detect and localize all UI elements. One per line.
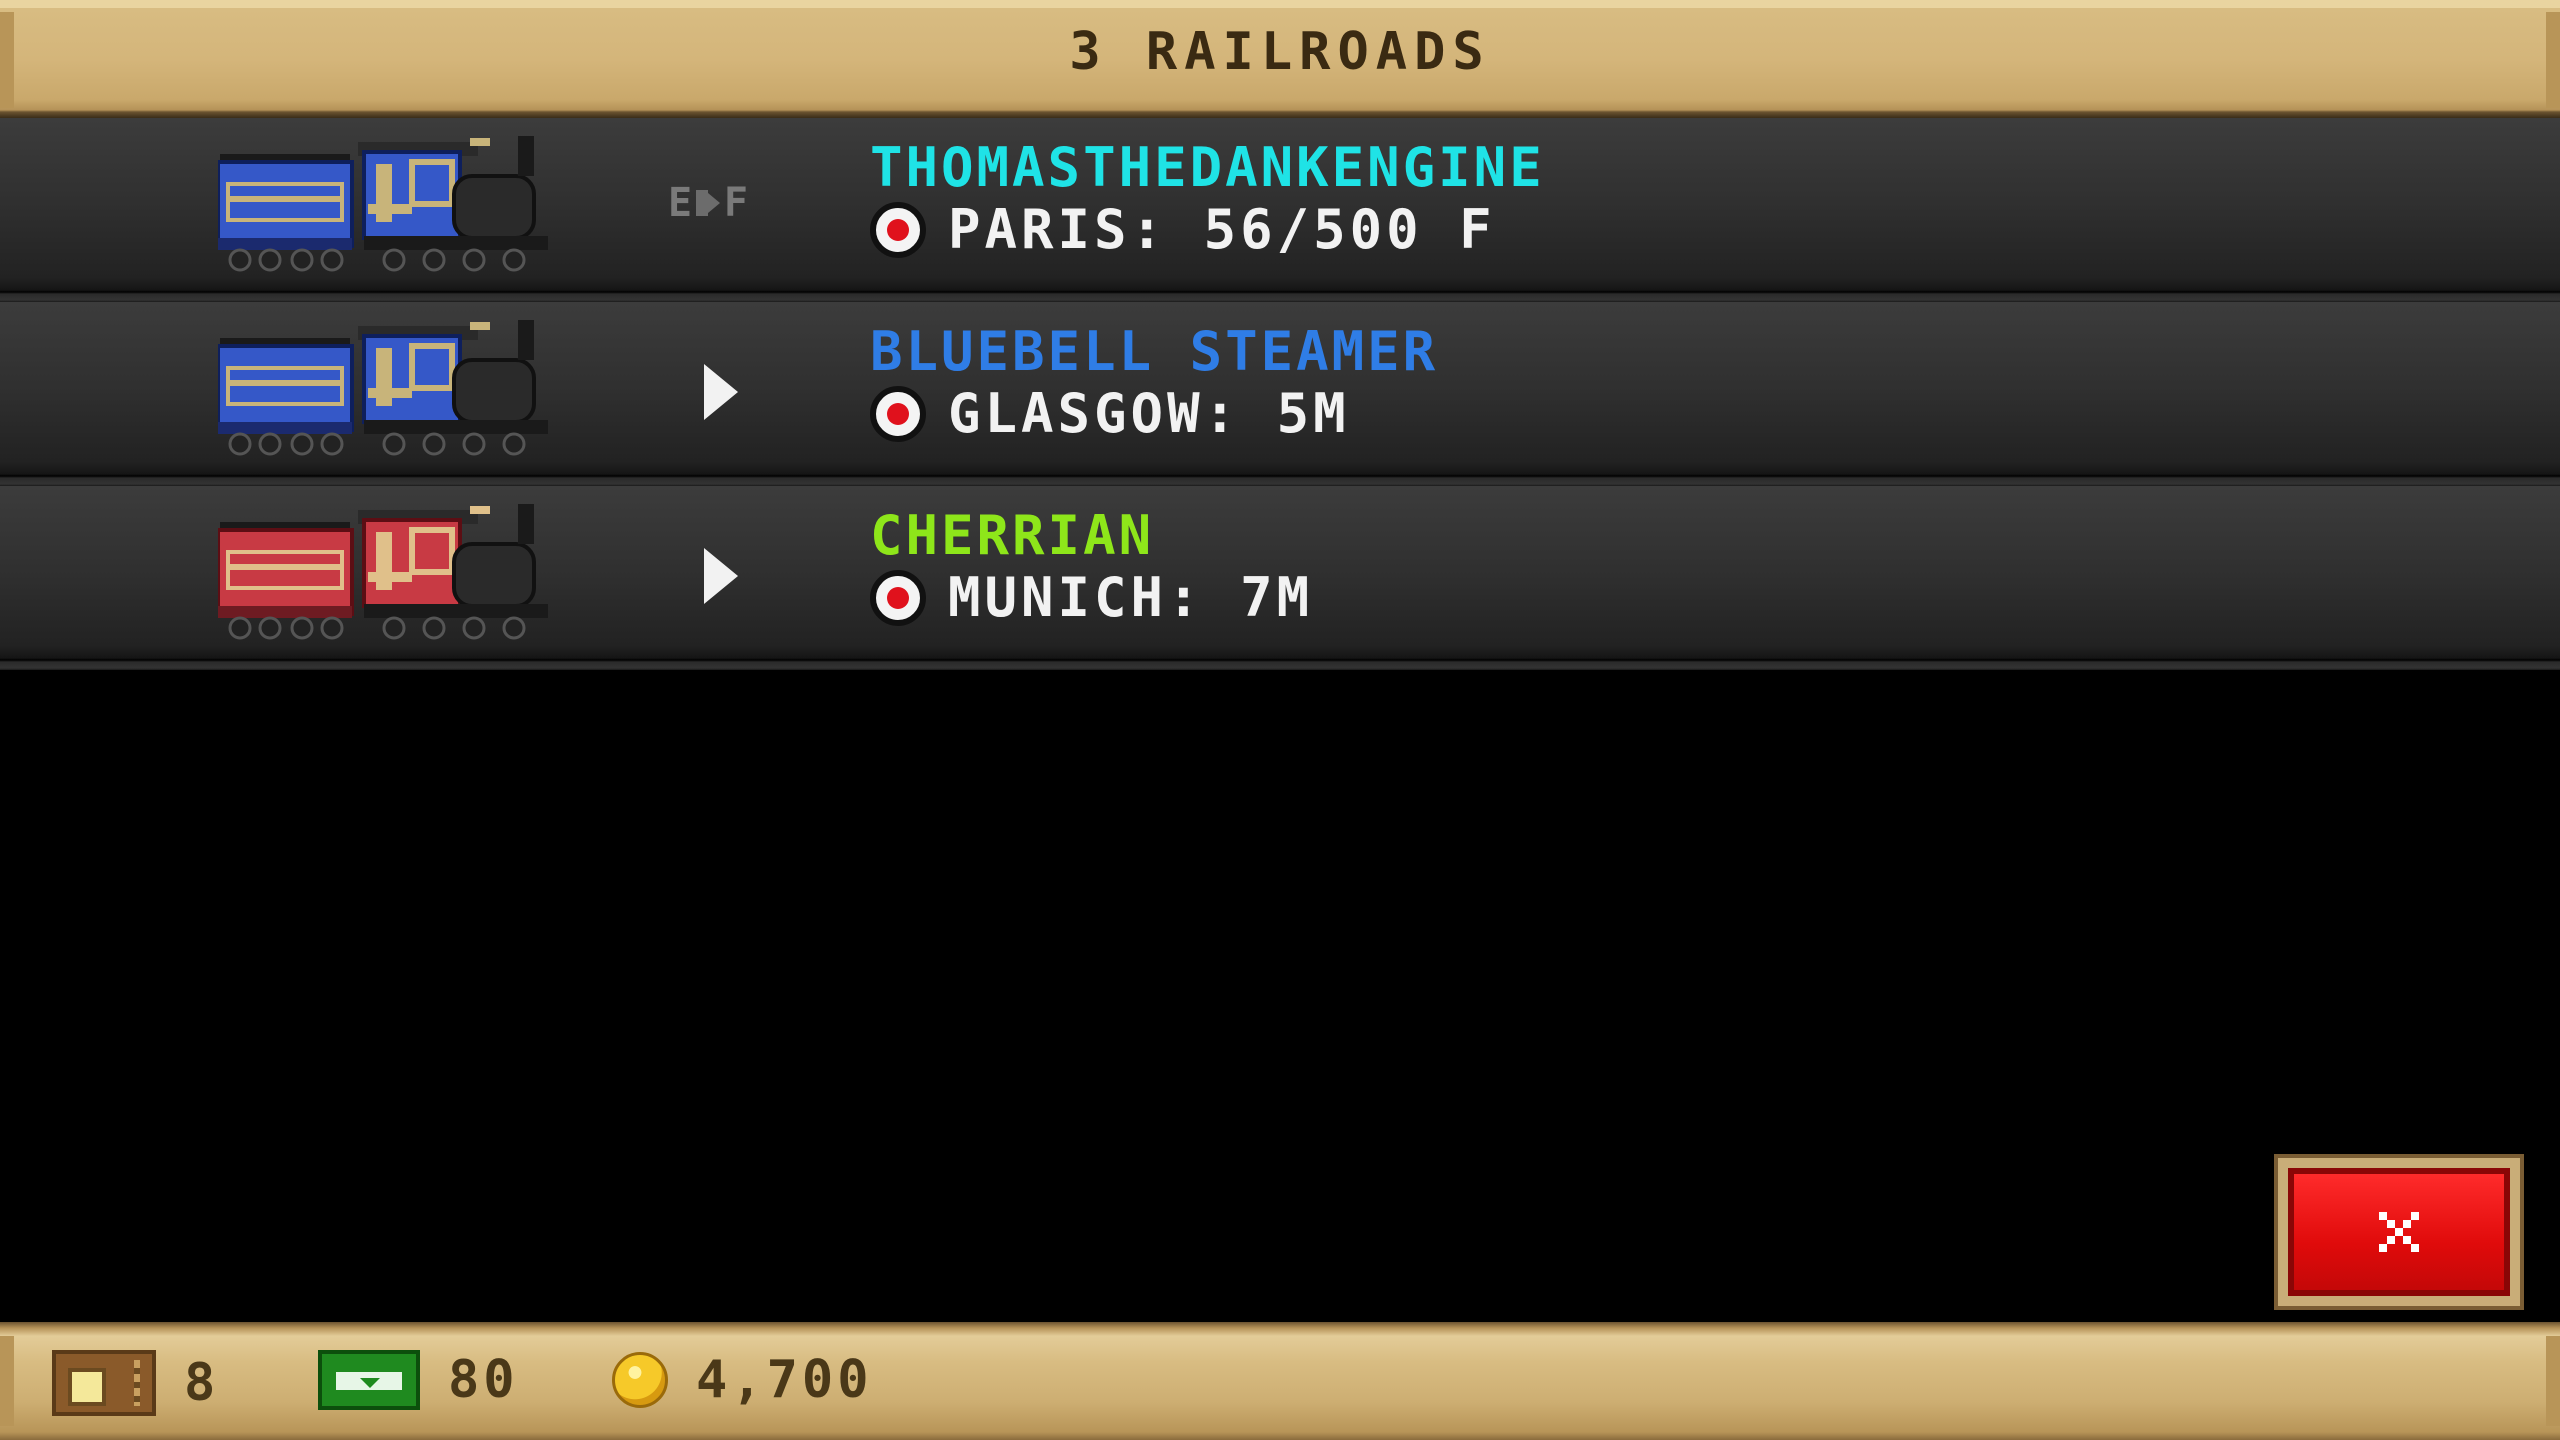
- signal-icon: [870, 385, 926, 442]
- play-arrow-icon[interactable]: [668, 548, 748, 608]
- ticket-icon: [52, 1350, 156, 1416]
- page-title: 3 RAILROADS: [1069, 22, 1491, 82]
- blue-train-icon: [218, 320, 548, 456]
- status-text: GLASGOW: 5M: [948, 382, 1350, 445]
- blue-train-icon: [218, 136, 548, 272]
- status-text: MUNICH: 7M: [948, 566, 1314, 629]
- fuel-gauge-icon: [696, 190, 720, 216]
- fuel-full-label: F: [723, 180, 748, 226]
- railroad-name: THOMASTHEDANKENGINE: [870, 136, 1545, 199]
- header-banner: 3 RAILROADS: [0, 0, 2560, 118]
- coins-stat: 4,700: [612, 1350, 873, 1410]
- coin-icon: [612, 1352, 668, 1408]
- railroad-list: E F THOMASTHEDANKENGINE PARIS: 56/500 F: [0, 118, 2560, 670]
- tickets-value: 8: [184, 1353, 220, 1413]
- cash-icon: [318, 1350, 420, 1410]
- coins-value: 4,700: [696, 1350, 873, 1410]
- resource-bar: 8 80 4,700: [0, 1322, 2560, 1440]
- fuel-empty-label: E: [668, 180, 693, 226]
- close-button[interactable]: [2274, 1154, 2524, 1310]
- cash-stat: 80: [318, 1350, 519, 1410]
- railroad-status: MUNICH: 7M: [870, 566, 1313, 629]
- fuel-gauge: E F: [668, 180, 748, 240]
- railroad-status: GLASGOW: 5M: [870, 382, 1350, 445]
- status-text: PARIS: 56/500 F: [948, 198, 1496, 261]
- signal-icon: [870, 569, 926, 626]
- cash-value: 80: [448, 1350, 519, 1410]
- close-icon: [2379, 1212, 2419, 1252]
- railroad-name: CHERRIAN: [870, 504, 1155, 567]
- red-train-icon: [218, 504, 548, 640]
- signal-icon: [870, 201, 926, 258]
- railroad-status: PARIS: 56/500 F: [870, 198, 1496, 261]
- railroad-row[interactable]: CHERRIAN MUNICH: 7M: [0, 486, 2560, 670]
- railroad-row[interactable]: BLUEBELL STEAMER GLASGOW: 5M: [0, 302, 2560, 486]
- railroad-row[interactable]: E F THOMASTHEDANKENGINE PARIS: 56/500 F: [0, 118, 2560, 302]
- play-arrow-icon[interactable]: [668, 364, 748, 424]
- tickets-stat: 8: [52, 1350, 219, 1416]
- railroads-screen: 3 RAILROADS E F THOMASTHEDANKENGINE PARI…: [0, 0, 2560, 1440]
- railroad-name: BLUEBELL STEAMER: [870, 320, 1439, 383]
